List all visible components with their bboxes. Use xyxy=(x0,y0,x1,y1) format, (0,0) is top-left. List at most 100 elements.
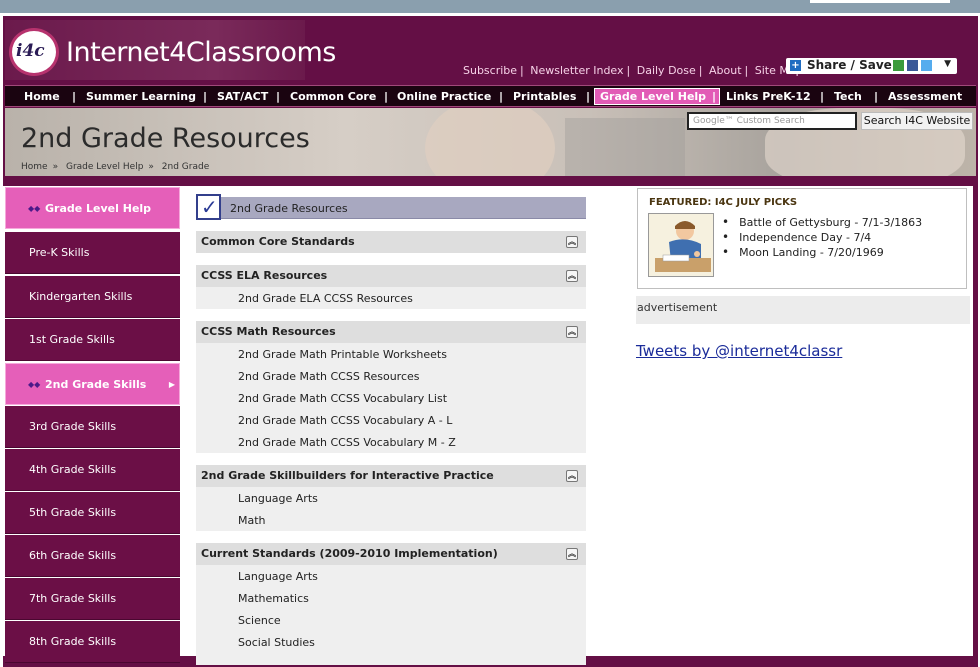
featured-item[interactable]: Moon Landing - 7/20/1969 xyxy=(722,245,922,260)
sidebar: ◆◆ Grade Level Help Pre-K Skills Kinderga… xyxy=(5,187,180,667)
page-title: 2nd Grade Resources xyxy=(21,123,310,154)
link-math-vocab-a-l[interactable]: 2nd Grade Math CCSS Vocabulary A - L xyxy=(238,414,452,427)
sidebar-item-8th-grade[interactable]: 8th Grade Skills xyxy=(5,621,180,663)
newsletter-index-link[interactable]: Newsletter Index xyxy=(530,64,623,77)
sidebar-item-label: 4th Grade Skills xyxy=(29,463,117,476)
featured-item[interactable]: Independence Day - 7/4 xyxy=(722,230,922,245)
section-heading: Common Core Standards xyxy=(201,235,355,248)
nav-separator: | xyxy=(276,90,281,103)
collapse-icon[interactable]: ︽ xyxy=(566,548,578,560)
link-math-worksheets[interactable]: 2nd Grade Math Printable Worksheets xyxy=(238,348,447,361)
link-ela-ccss-resources[interactable]: 2nd Grade ELA CCSS Resources xyxy=(238,292,413,305)
section-skillbuilders[interactable]: 2nd Grade Skillbuilders for Interactive … xyxy=(196,465,586,487)
breadcrumb-grade-level-help[interactable]: Grade Level Help xyxy=(66,162,143,172)
section-heading: CCSS ELA Resources xyxy=(201,269,328,282)
nav-sat-act[interactable]: SAT/ACT xyxy=(217,90,268,103)
section-common-core[interactable]: Common Core Standards ︽ xyxy=(196,231,586,253)
link-standards-social-studies[interactable]: Social Studies xyxy=(238,636,315,649)
nav-common-core[interactable]: Common Core xyxy=(290,90,376,103)
featured-title: FEATURED: I4C JULY PICKS xyxy=(649,197,798,208)
featured-box: FEATURED: I4C JULY PICKS Battle of Getty… xyxy=(637,188,967,289)
link-standards-language-arts[interactable]: Language Arts xyxy=(238,570,318,583)
sidebar-item-label: Grade Level Help xyxy=(45,202,152,215)
student-illustration xyxy=(649,214,713,276)
collapse-icon[interactable]: ︽ xyxy=(566,470,578,482)
nav-links-prek-12[interactable]: Links PreK-12 xyxy=(726,90,811,103)
sidebar-item-label: 6th Grade Skills xyxy=(29,549,117,562)
link-standards-mathematics[interactable]: Mathematics xyxy=(238,592,309,605)
bullet-icon: ◆◆ xyxy=(28,380,41,389)
nav-tech[interactable]: Tech xyxy=(834,90,862,103)
banner-photo-shape xyxy=(565,118,685,176)
nav-separator: | xyxy=(874,90,879,103)
browser-top-strip xyxy=(0,0,980,13)
share-save-label: Share / Save xyxy=(807,58,892,72)
section-heading: Current Standards (2009-2010 Implementat… xyxy=(201,547,498,560)
nav-online-practice[interactable]: Online Practice xyxy=(397,90,491,103)
daily-dose-link[interactable]: Daily Dose xyxy=(637,64,696,77)
sidebar-item-label: 3rd Grade Skills xyxy=(29,420,117,433)
collapse-icon[interactable]: ︽ xyxy=(566,326,578,338)
nav-separator: | xyxy=(384,90,389,103)
sidebar-item-7th-grade[interactable]: 7th Grade Skills xyxy=(5,578,180,620)
featured-image[interactable] xyxy=(648,213,714,277)
sidebar-item-3rd-grade[interactable]: 3rd Grade Skills xyxy=(5,406,180,448)
breadcrumb: Home» Grade Level Help» 2nd Grade xyxy=(21,162,210,172)
logo-mark-text: i4c xyxy=(16,41,45,61)
section-body: Language Arts Math xyxy=(196,487,586,531)
facebook-icon[interactable] xyxy=(907,60,918,71)
featured-item[interactable]: Battle of Gettysburg - 7/1-3/1863 xyxy=(722,215,922,230)
sidebar-item-4th-grade[interactable]: 4th Grade Skills xyxy=(5,449,180,491)
sidebar-item-kindergarten[interactable]: Kindergarten Skills xyxy=(5,276,180,318)
link-standards-science[interactable]: Science xyxy=(238,614,281,627)
logo-icon[interactable]: i4c xyxy=(9,28,59,76)
resources-title-bar: ✓ 2nd Grade Resources xyxy=(196,194,586,220)
section-current-standards[interactable]: Current Standards (2009-2010 Implementat… xyxy=(196,543,586,565)
nav-separator: | xyxy=(820,90,825,103)
nav-printables[interactable]: Printables xyxy=(513,90,576,103)
search-input[interactable]: Google™ Custom Search xyxy=(687,112,857,130)
nav-home[interactable]: Home xyxy=(24,90,60,103)
share-save-button[interactable]: + Share / Save ▼ xyxy=(786,58,957,74)
link-language-arts[interactable]: Language Arts xyxy=(238,492,318,505)
site-name[interactable]: Internet4Classrooms xyxy=(66,37,336,68)
sidebar-item-2nd-grade[interactable]: ◆◆ 2nd Grade Skills ▶ xyxy=(5,363,180,405)
top-strip-box xyxy=(810,0,950,3)
nav-grade-level-help[interactable]: Grade Level Help xyxy=(600,90,706,103)
twitter-icon[interactable] xyxy=(921,60,932,71)
plus-icon: + xyxy=(790,60,801,71)
sidebar-item-label: Pre-K Skills xyxy=(29,246,90,259)
link-math[interactable]: Math xyxy=(238,514,266,527)
nav-separator: | xyxy=(72,90,77,103)
nav-separator: | xyxy=(203,90,208,103)
section-ccss-math[interactable]: CCSS Math Resources ︽ xyxy=(196,321,586,343)
section-heading: 2nd Grade Skillbuilders for Interactive … xyxy=(201,469,494,482)
sidebar-item-label: 8th Grade Skills xyxy=(29,635,117,648)
resources-column: ✓ 2nd Grade Resources Common Core Standa… xyxy=(196,187,586,667)
main-nav: Home | Summer Learning | SAT/ACT | Commo… xyxy=(5,85,976,107)
subscribe-link[interactable]: Subscribe xyxy=(463,64,517,77)
collapse-icon[interactable]: ︽ xyxy=(566,270,578,282)
nav-assessment[interactable]: Assessment xyxy=(888,90,962,103)
nav-separator: | xyxy=(586,90,591,103)
section-body: 2nd Grade Math Printable Worksheets 2nd … xyxy=(196,343,586,453)
nav-summer-learning[interactable]: Summer Learning xyxy=(86,90,196,103)
tweets-link[interactable]: Tweets by @internet4classr xyxy=(636,342,842,360)
about-link[interactable]: About xyxy=(709,64,742,77)
sidebar-item-5th-grade[interactable]: 5th Grade Skills xyxy=(5,492,180,534)
breadcrumb-home[interactable]: Home xyxy=(21,162,48,172)
link-math-vocab-m-z[interactable]: 2nd Grade Math CCSS Vocabulary M - Z xyxy=(238,436,456,449)
sidebar-item-grade-level-help[interactable]: ◆◆ Grade Level Help xyxy=(5,187,180,229)
sidebar-item-1st-grade[interactable]: 1st Grade Skills xyxy=(5,319,180,361)
chevron-down-icon[interactable]: ▼ xyxy=(944,59,951,69)
email-share-icon[interactable] xyxy=(893,60,904,71)
search-button[interactable]: Search I4C Website xyxy=(861,112,973,130)
sidebar-item-pre-k[interactable]: Pre-K Skills xyxy=(5,232,180,274)
link-math-vocab-list[interactable]: 2nd Grade Math CCSS Vocabulary List xyxy=(238,392,447,405)
link-math-ccss-resources[interactable]: 2nd Grade Math CCSS Resources xyxy=(238,370,420,383)
chevron-right-icon: ▶ xyxy=(168,380,175,389)
collapse-icon[interactable]: ︽ xyxy=(566,236,578,248)
sidebar-item-6th-grade[interactable]: 6th Grade Skills xyxy=(5,535,180,577)
sidebar-item-label: 2nd Grade Skills xyxy=(45,378,147,391)
section-ccss-ela[interactable]: CCSS ELA Resources ︽ xyxy=(196,265,586,287)
